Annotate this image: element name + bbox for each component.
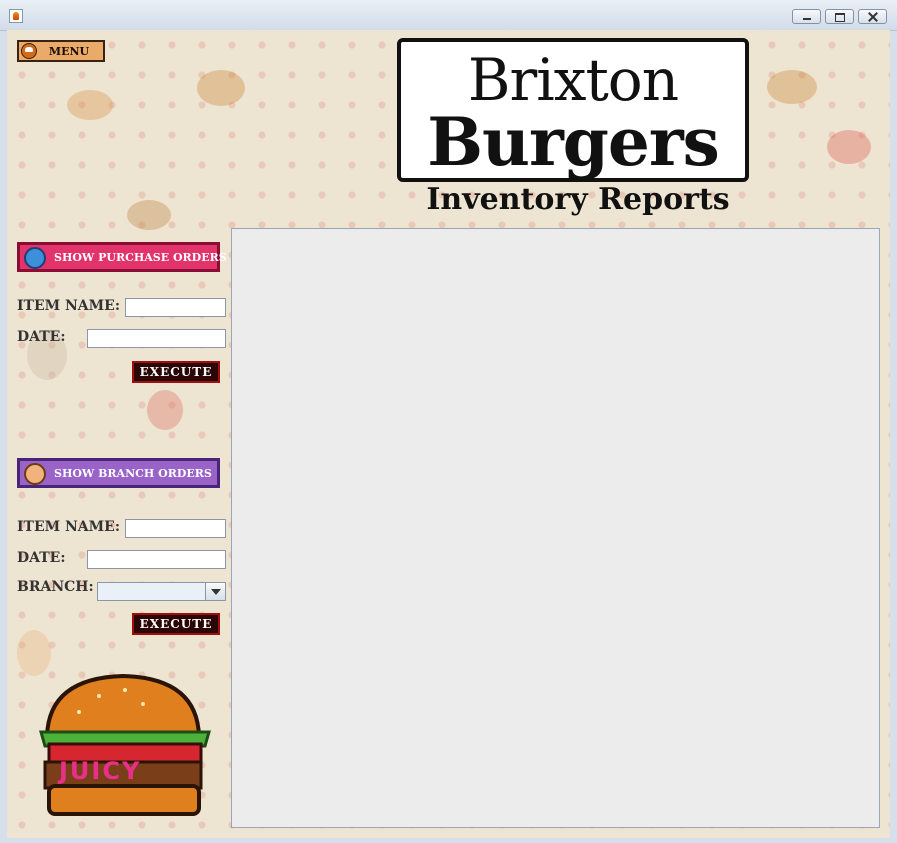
juicy-label: JUICY [59, 757, 142, 785]
report-display-panel [231, 228, 880, 828]
food-pattern-decoration [17, 630, 51, 676]
purchase-item-name-input[interactable] [125, 298, 226, 317]
branch-label: BRANCH: [17, 579, 94, 595]
maximize-button[interactable] [825, 9, 854, 24]
delivery-person-icon [24, 247, 46, 269]
page-title: Inventory Reports [426, 182, 730, 217]
item-name-label: ITEM NAME: [17, 298, 121, 314]
food-pattern-decoration [127, 200, 171, 230]
food-pattern-decoration [827, 130, 871, 164]
branch-date-input[interactable] [87, 550, 226, 569]
show-branch-orders-label: SHOW BRANCH ORDERS [54, 466, 212, 480]
item-name-label: ITEM NAME: [17, 519, 121, 535]
menu-button-label: MENU [48, 44, 90, 58]
show-purchase-orders-label: SHOW PURCHASE ORDERS [54, 250, 227, 264]
brand-logo: Brixton Burgers [397, 38, 749, 182]
show-purchase-orders-button[interactable]: SHOW PURCHASE ORDERS [17, 242, 227, 272]
chevron-down-icon[interactable] [205, 583, 225, 600]
branch-item-name-input[interactable] [125, 519, 226, 538]
food-pattern-decoration [767, 70, 817, 104]
branch-select[interactable] [97, 582, 226, 601]
branch-staff-icon [24, 463, 46, 485]
menu-button[interactable]: MENU [17, 40, 105, 62]
food-pattern-decoration [147, 390, 183, 430]
close-button[interactable] [858, 9, 887, 24]
juicy-burger-icon [39, 674, 211, 816]
minimize-button[interactable] [792, 9, 821, 24]
title-bar [0, 0, 897, 31]
food-pattern-decoration [197, 70, 245, 106]
logo-burgers: Burgers [427, 103, 720, 181]
app-window: MENU Brixton Burgers Inventory Reports S… [0, 0, 897, 843]
main-panel: MENU Brixton Burgers Inventory Reports S… [7, 30, 890, 838]
date-label: DATE: [17, 329, 66, 345]
purchase-execute-button[interactable]: EXECUTE [132, 361, 220, 383]
chef-hat-icon [21, 43, 37, 59]
branch-execute-button[interactable]: EXECUTE [132, 613, 220, 635]
date-label: DATE: [17, 550, 66, 566]
food-pattern-decoration [67, 90, 113, 120]
show-branch-orders-button[interactable]: SHOW BRANCH ORDERS [17, 458, 220, 488]
java-app-icon [9, 9, 23, 23]
purchase-date-input[interactable] [87, 329, 226, 348]
